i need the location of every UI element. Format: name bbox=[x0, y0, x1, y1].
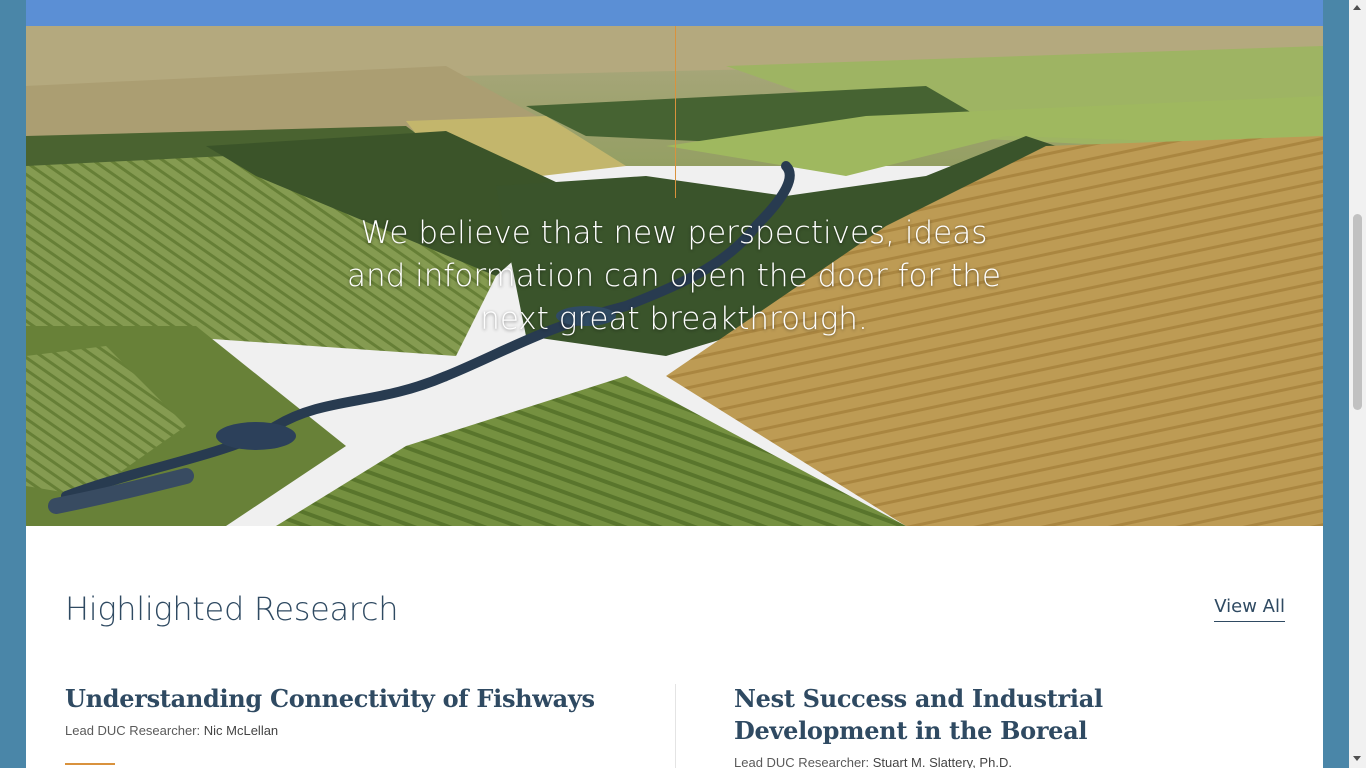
hero-divider-line bbox=[675, 26, 676, 198]
section-title: Highlighted Research bbox=[65, 590, 399, 628]
header-band bbox=[26, 0, 1323, 26]
research-card-lead: Lead DUC Researcher: Stuart M. Slattery,… bbox=[734, 755, 1274, 768]
lead-label: Lead DUC Researcher: bbox=[734, 755, 870, 768]
research-card-title[interactable]: Nest Success and Industrial Development … bbox=[734, 683, 1274, 747]
hero-banner: We believe that new perspectives, ideas … bbox=[26, 26, 1323, 526]
card-accent-line bbox=[65, 763, 115, 765]
vertical-scrollbar[interactable] bbox=[1349, 0, 1366, 768]
view-all-link[interactable]: View All bbox=[1214, 596, 1285, 622]
hero-quote: We believe that new perspectives, ideas … bbox=[347, 215, 1001, 337]
lead-name: Stuart M. Slattery, Ph.D. bbox=[872, 755, 1012, 768]
research-card-lead: Lead DUC Researcher: Nic McLellan bbox=[65, 723, 635, 738]
lead-label: Lead DUC Researcher: bbox=[65, 723, 201, 738]
scrollbar-thumb[interactable] bbox=[1353, 214, 1362, 410]
scroll-down-icon[interactable] bbox=[1353, 756, 1361, 761]
research-card-title[interactable]: Understanding Connectivity of Fishways bbox=[65, 683, 635, 715]
research-card[interactable]: Understanding Connectivity of Fishways L… bbox=[65, 683, 635, 765]
scroll-up-icon[interactable] bbox=[1353, 5, 1361, 10]
card-divider bbox=[675, 684, 676, 768]
research-card[interactable]: Nest Success and Industrial Development … bbox=[734, 683, 1274, 768]
page-container: We believe that new perspectives, ideas … bbox=[26, 0, 1323, 768]
lead-name: Nic McLellan bbox=[203, 723, 279, 738]
